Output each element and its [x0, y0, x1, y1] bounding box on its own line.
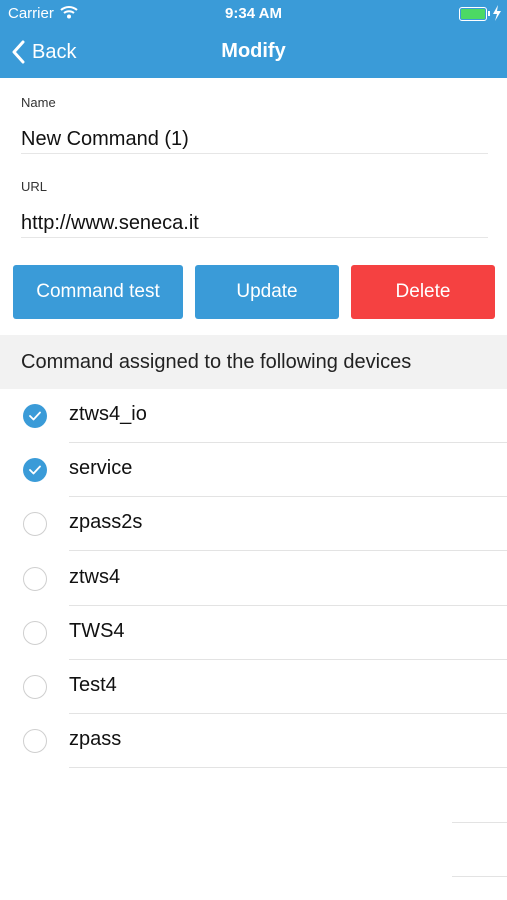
delete-button[interactable]: Delete — [351, 265, 495, 319]
unchecked-circle-icon[interactable] — [23, 566, 47, 591]
command-test-button[interactable]: Command test — [13, 265, 183, 319]
name-field[interactable]: New Command (1) — [21, 128, 189, 151]
clock: 9:34 AM — [225, 5, 282, 22]
url-field-underline — [21, 237, 488, 238]
device-label: service — [69, 457, 133, 480]
name-field-underline — [21, 153, 488, 154]
device-row[interactable]: zpass — [0, 714, 507, 769]
device-label: ztws4 — [69, 565, 121, 588]
device-label: ztws4_io — [69, 403, 147, 425]
device-row[interactable]: service — [0, 443, 507, 498]
device-label: TWS4 — [69, 619, 125, 642]
unchecked-circle-icon[interactable] — [23, 729, 47, 754]
device-label: Test4 — [69, 674, 117, 696]
device-label: zpass — [69, 728, 122, 751]
checked-circle-icon[interactable] — [23, 404, 47, 428]
name-label: Name — [21, 95, 56, 110]
section-title: Command assigned to the following device… — [21, 351, 412, 373]
page-title: Modify — [221, 40, 286, 62]
device-row[interactable]: ztws4 — [0, 552, 507, 606]
device-row[interactable]: Test4 — [0, 660, 507, 714]
device-row[interactable]: TWS4 — [0, 606, 507, 660]
row-separator — [69, 767, 507, 769]
divider — [452, 876, 507, 877]
devices-section-header: Command assigned to the following device… — [0, 335, 507, 389]
unchecked-circle-icon[interactable] — [23, 620, 47, 645]
battery-tip — [488, 11, 490, 16]
status-bar: Carrier 9:34 AM — [0, 0, 507, 28]
device-row[interactable]: ztws4_io — [0, 389, 507, 443]
navigation-bar: Back Modify — [0, 28, 507, 78]
checkmark-icon — [29, 465, 41, 475]
url-field[interactable]: http://www.seneca.it — [21, 212, 199, 235]
checked-circle-icon[interactable] — [23, 458, 47, 483]
unchecked-circle-icon[interactable] — [23, 675, 47, 699]
divider — [452, 822, 507, 823]
charging-icon — [493, 5, 501, 21]
url-label: URL — [21, 179, 48, 194]
update-button[interactable]: Update — [195, 265, 339, 319]
battery-icon — [459, 7, 487, 21]
checkmark-icon — [29, 411, 41, 421]
device-label: zpass2s — [69, 511, 143, 534]
unchecked-circle-icon[interactable] — [23, 512, 47, 537]
device-row[interactable]: zpass2s — [0, 497, 507, 552]
